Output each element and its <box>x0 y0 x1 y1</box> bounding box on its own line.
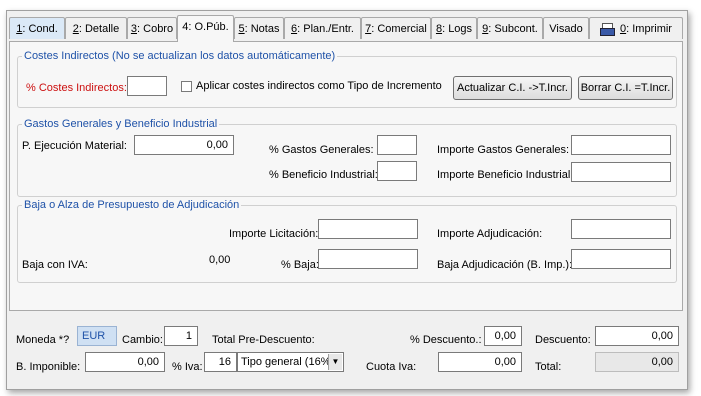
document-window: 1: Cond. 2: Detalle 3: Cobro 4: O.Púb. 5… <box>6 10 688 390</box>
aplicar-costes-checkbox[interactable] <box>181 81 192 92</box>
importe-adjudicacion-label: Importe Adjudicación: <box>437 228 543 240</box>
moneda-label: Moneda *? <box>16 334 70 346</box>
baja-con-iva-label: Baja con IVA: <box>22 259 88 271</box>
pct-descuento-label: % Descuento.: <box>410 334 482 346</box>
cambio-input[interactable]: 1 <box>164 326 198 346</box>
importe-licitacion-label: Importe Licitación: <box>229 228 319 240</box>
baja-con-iva-value: 0,00 <box>209 254 231 266</box>
baja-adjudicacion-input[interactable] <box>571 249 671 269</box>
tab-comercial[interactable]: 7: Comercial <box>361 17 431 39</box>
b-imponible-label: B. Imponible: <box>16 361 81 373</box>
total-label: Total: <box>535 361 562 373</box>
pct-baja-input[interactable] <box>318 249 418 269</box>
importe-beneficio-industrial-label: Importe Beneficio Industrial: <box>437 169 574 181</box>
tab-detalle[interactable]: 2: Detalle <box>65 17 127 39</box>
importe-gastos-generales-label: Importe Gastos Generales: <box>437 144 570 156</box>
borrar-ci-button[interactable]: Borrar C.I. =T.Incr. <box>578 76 673 100</box>
total-pre-descuento-label: Total Pre-Descuento: <box>212 334 315 346</box>
totals-panel: Moneda *? EUR Cambio: 1 Total Pre-Descue… <box>9 317 683 385</box>
printer-icon <box>600 23 616 37</box>
pct-iva-label: % Iva: <box>172 361 203 373</box>
tipo-iva-select[interactable]: Tipo general (16% ▼ <box>237 352 344 372</box>
importe-gastos-generales-input[interactable] <box>571 135 671 155</box>
pct-beneficio-industrial-input[interactable] <box>377 161 417 181</box>
b-imponible-input[interactable]: 0,00 <box>85 352 165 372</box>
baja-alza-legend: Baja o Alza de Presupuesto de Adjudicaci… <box>24 199 240 211</box>
cuota-iva-label: Cuota Iva: <box>366 361 417 373</box>
tab-bar: 1: Cond. 2: Detalle 3: Cobro 4: O.Púb. 5… <box>9 15 685 42</box>
tab-content-opub: Costes Indirectos (No se actualizan los … <box>9 41 683 311</box>
pct-beneficio-industrial-label: % Beneficio Industrial: <box>269 169 378 181</box>
total-field: 0,00 <box>595 352 679 372</box>
descuento-input[interactable]: 0,00 <box>595 326 679 346</box>
actualizar-ci-button[interactable]: Actualizar C.I. ->T.Incr. <box>453 76 572 100</box>
gastos-generales-legend: Gastos Generales y Beneficio Industrial <box>24 118 218 130</box>
baja-adjudicacion-label: Baja Adjudicación (B. Imp.): <box>437 259 573 271</box>
tab-subcont[interactable]: 9: Subcont. <box>477 17 543 39</box>
pct-gastos-generales-input[interactable] <box>377 135 417 155</box>
aplicar-costes-label: Aplicar costes indirectos como Tipo de I… <box>196 80 442 92</box>
importe-beneficio-industrial-input[interactable] <box>571 162 671 182</box>
pct-iva-input[interactable]: 16 <box>204 352 237 372</box>
cambio-label: Cambio: <box>122 334 163 346</box>
tab-visado[interactable]: Visado <box>543 17 589 39</box>
moneda-field[interactable]: EUR <box>77 326 117 346</box>
tab-opub[interactable]: 4: O.Púb. <box>177 15 234 42</box>
cuota-iva-input[interactable]: 0,00 <box>438 352 522 372</box>
tab-cond[interactable]: 1: Cond. <box>9 17 65 39</box>
pct-costes-indirectos-input[interactable] <box>127 76 167 96</box>
pem-input[interactable]: 0,00 <box>134 135 234 155</box>
baja-alza-group: Baja o Alza de Presupuesto de Adjudicaci… <box>17 199 677 283</box>
pct-baja-label: % Baja: <box>281 259 319 271</box>
tab-imprimir[interactable]: 0: Imprimir <box>589 17 683 39</box>
tipo-iva-selected: Tipo general (16% <box>241 356 331 368</box>
pct-gastos-generales-label: % Gastos Generales: <box>269 144 374 156</box>
tab-cobro[interactable]: 3: Cobro <box>127 17 177 39</box>
pct-descuento-input[interactable]: 0,00 <box>484 326 522 346</box>
tab-notas[interactable]: 5: Notas <box>234 17 284 39</box>
pct-costes-indirectos-label: % Costes Indirectos: <box>26 82 127 94</box>
tab-plan-entr[interactable]: 6: Plan./Entr. <box>284 17 361 39</box>
dropdown-arrow-icon[interactable]: ▼ <box>328 354 342 370</box>
pem-label: P. Ejecución Material: <box>22 140 127 152</box>
tab-logs[interactable]: 8: Logs <box>431 17 477 39</box>
importe-adjudicacion-input[interactable] <box>571 219 671 239</box>
descuento-label: Descuento: <box>535 334 591 346</box>
gastos-generales-group: Gastos Generales y Beneficio Industrial <box>17 118 677 197</box>
importe-licitacion-input[interactable] <box>318 219 418 239</box>
costes-indirectos-legend: Costes Indirectos (No se actualizan los … <box>24 50 336 62</box>
